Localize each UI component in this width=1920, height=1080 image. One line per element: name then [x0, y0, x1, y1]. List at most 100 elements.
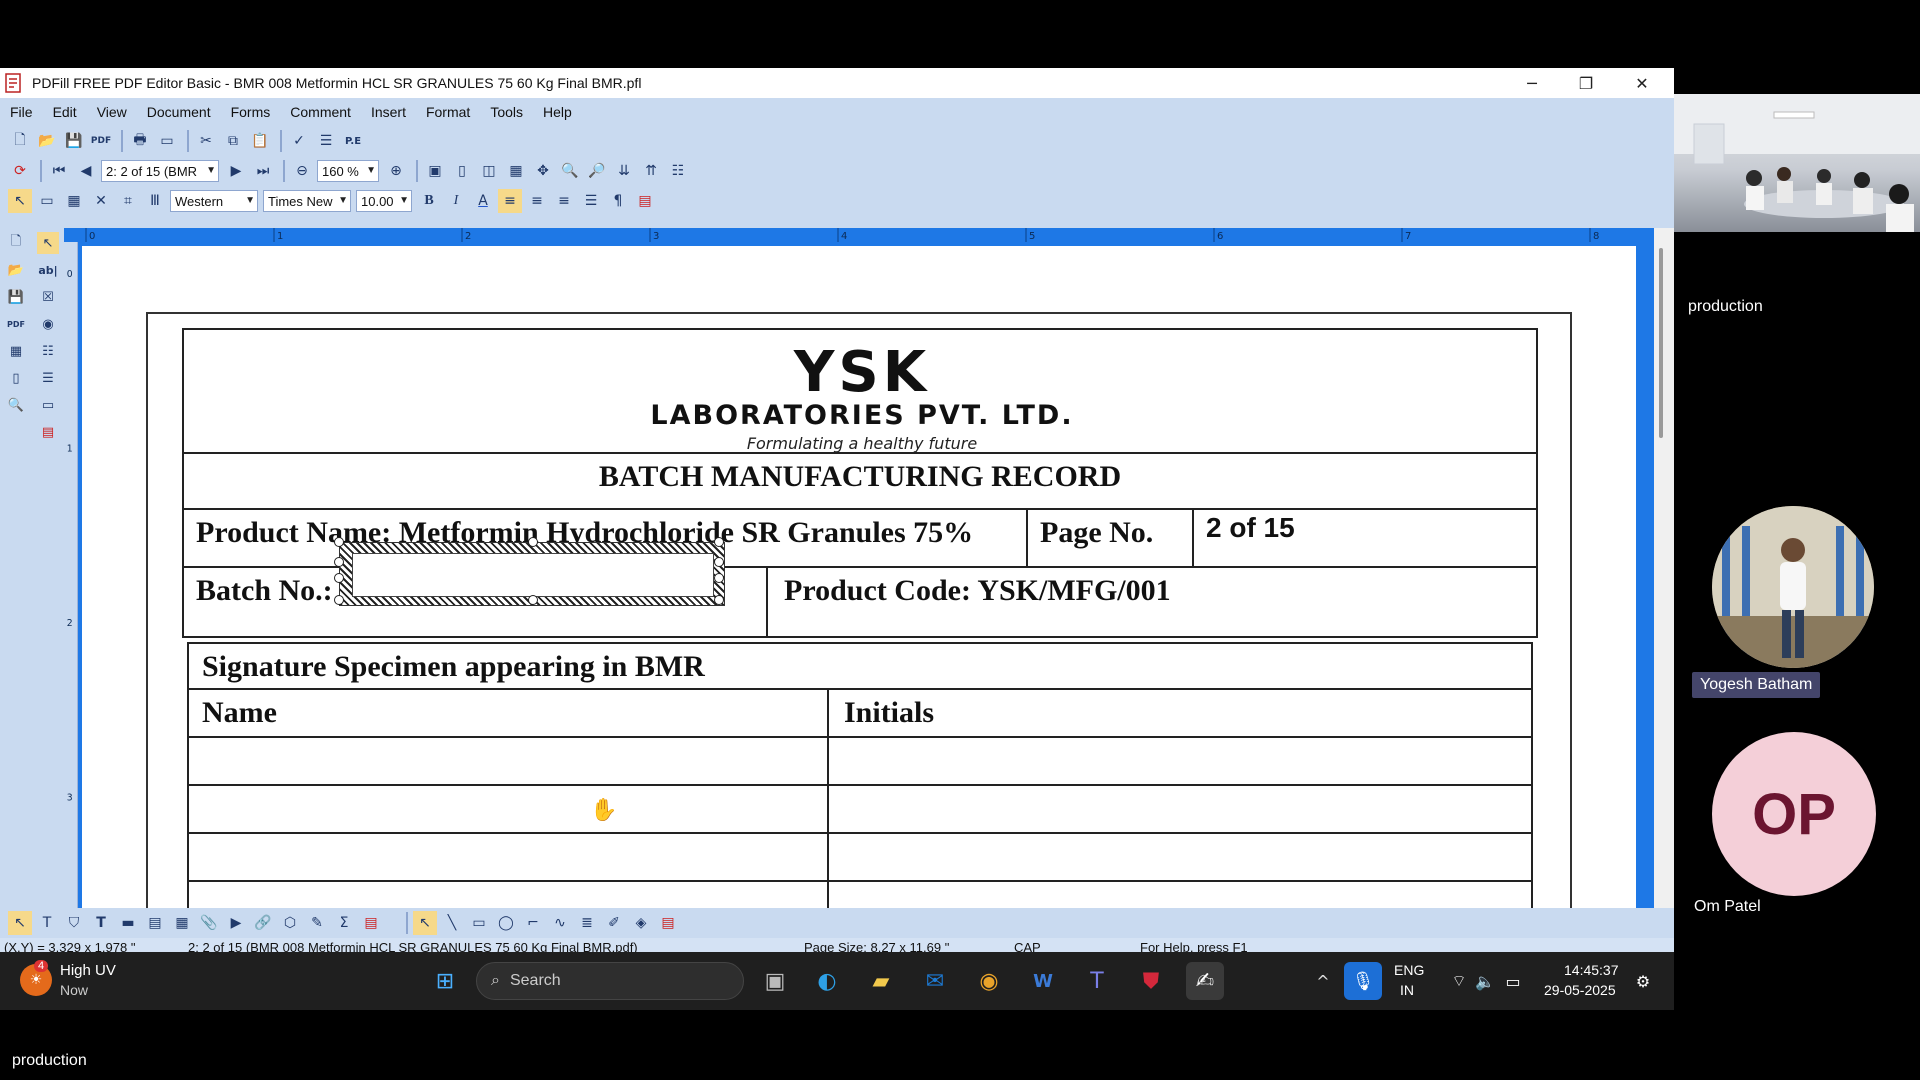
notification-icon[interactable]: ⚙	[1624, 962, 1662, 1000]
input-language[interactable]: ENG	[1394, 962, 1424, 978]
save-icon[interactable]: 💾	[62, 129, 86, 153]
resize-handle[interactable]	[714, 557, 724, 567]
clock-time[interactable]: 14:45:37	[1564, 962, 1619, 978]
chevron-up-icon[interactable]: ^	[1304, 962, 1342, 1000]
minimize-button[interactable]: ─	[1504, 68, 1560, 98]
menu-format[interactable]: Format	[426, 104, 470, 120]
line-tool-icon[interactable]: ╲	[440, 911, 464, 935]
zoom-area-icon[interactable]: 🔎	[585, 159, 609, 183]
previous-page-icon[interactable]: ◀	[74, 159, 98, 183]
outlook-icon[interactable]: ✉	[916, 962, 954, 1000]
microphone-icon[interactable]: 🎙	[1344, 962, 1382, 1000]
print-preview-icon[interactable]: ▭	[155, 129, 179, 153]
chrome-icon[interactable]: ◉	[970, 962, 1008, 1000]
zoom-in-icon[interactable]: ⊕	[384, 159, 408, 183]
freehand-tool-icon[interactable]: ∿	[548, 911, 572, 935]
windows-start-icon[interactable]: ⊞	[426, 962, 464, 1000]
menu-insert[interactable]: Insert	[371, 104, 406, 120]
highlight-tool-icon[interactable]: ▬	[116, 911, 140, 935]
link-tool-icon[interactable]: 🔗	[251, 911, 275, 935]
zoom-out-icon[interactable]: ⊖	[290, 159, 314, 183]
text-field-icon[interactable]: ab|	[37, 259, 59, 281]
save-pdf-icon[interactable]: PDF	[89, 129, 113, 153]
menu-comment[interactable]: Comment	[290, 104, 351, 120]
rectangle-tool-icon[interactable]: ▭	[467, 911, 491, 935]
participant-avatar-om[interactable]: OP	[1712, 732, 1876, 896]
line-style-icon[interactable]: ≣	[575, 911, 599, 935]
pdf-icon[interactable]: PDF	[5, 313, 27, 335]
line-color-icon[interactable]: ✐	[602, 911, 626, 935]
select-tool-icon[interactable]: ↖	[8, 911, 32, 935]
form-tool-icon[interactable]: ▦	[170, 911, 194, 935]
menu-forms[interactable]: Forms	[231, 104, 271, 120]
menu-help[interactable]: Help	[543, 104, 572, 120]
text-tool-icon[interactable]: T	[35, 911, 59, 935]
select-arrow-icon[interactable]: ↖	[8, 189, 32, 213]
single-page-icon[interactable]: ▯	[450, 159, 474, 183]
pdfill-taskbar-icon[interactable]: ✍	[1186, 962, 1224, 1000]
radio-field-icon[interactable]: ◉	[37, 313, 59, 335]
page-select[interactable]: 2: 2 of 15 (BMR ▼	[101, 160, 219, 182]
fields-tool-icon[interactable]: ▤	[359, 911, 383, 935]
form-fields-icon[interactable]: ▤	[633, 189, 657, 213]
button-field-icon[interactable]: ▭	[37, 394, 59, 416]
pdf-page[interactable]: YSK LABORATORIES PVT. LTD. Formulating a…	[82, 246, 1636, 908]
search-doc-icon[interactable]: 🔍	[5, 394, 27, 416]
new-file-icon[interactable]: 🗋	[8, 129, 32, 153]
cut-icon[interactable]: ✂	[194, 129, 218, 153]
font-color-icon[interactable]: A	[471, 189, 495, 213]
ellipse-tool-icon[interactable]: ◯	[494, 911, 518, 935]
resize-handle[interactable]	[528, 537, 538, 547]
restore-button[interactable]: ❐	[1558, 68, 1614, 98]
scroll-up-icon[interactable]: ⇈	[639, 159, 663, 183]
print-icon[interactable]: 🖶	[128, 129, 152, 153]
next-page-icon[interactable]: ▶	[224, 159, 248, 183]
menu-file[interactable]: File	[10, 104, 33, 120]
last-page-icon[interactable]: ⏭	[251, 159, 275, 183]
justify-icon[interactable]: ☰	[579, 189, 603, 213]
fill-color-icon[interactable]: ◈	[629, 911, 653, 935]
menu-edit[interactable]: Edit	[53, 104, 77, 120]
thumbnails-icon[interactable]: ▦	[504, 159, 528, 183]
list-field-icon[interactable]: ☷	[37, 340, 59, 362]
new-doc-icon[interactable]: 🗋	[5, 232, 27, 254]
weather-title[interactable]: High UV	[60, 962, 116, 979]
open-folder-icon[interactable]: 📂	[35, 129, 59, 153]
pan-icon[interactable]: ✥	[531, 159, 555, 183]
save-doc-icon[interactable]: 💾	[5, 286, 27, 308]
edge-icon[interactable]: ◐	[808, 962, 846, 1000]
resize-handle[interactable]	[334, 557, 344, 567]
word-icon[interactable]: W	[1024, 962, 1062, 1000]
resize-handle[interactable]	[334, 573, 344, 583]
two-page-icon[interactable]: ◫	[477, 159, 501, 183]
pencil-tool-icon[interactable]: ✎	[305, 911, 329, 935]
italic-icon[interactable]: I	[444, 189, 468, 213]
battery-icon[interactable]: ▭	[1494, 962, 1532, 1000]
magnify-icon[interactable]: 🔍	[558, 159, 582, 183]
page-icon[interactable]: ▯	[5, 367, 27, 389]
script-select[interactable]: Western ▼	[170, 190, 258, 212]
annotation-list-icon[interactable]: ▤	[656, 911, 680, 935]
delete-icon[interactable]: ✕	[89, 189, 113, 213]
signature-field-icon[interactable]: ▤	[37, 421, 59, 443]
bold-icon[interactable]: B	[417, 189, 441, 213]
resize-handle[interactable]	[334, 595, 344, 605]
task-view-icon[interactable]: ▣	[756, 962, 794, 1000]
zoom-select[interactable]: 160 % ▼	[317, 160, 379, 182]
spell-check-icon[interactable]: ✓	[287, 129, 311, 153]
scrollbar-thumb[interactable]	[1659, 248, 1663, 438]
fit-page-icon[interactable]: ▣	[423, 159, 447, 183]
textbox-tool-icon[interactable]: T	[89, 911, 113, 935]
properties-icon[interactable]: ☰	[314, 129, 338, 153]
font-select[interactable]: Times New ▼	[263, 190, 351, 212]
paste-icon[interactable]: 📋	[248, 129, 272, 153]
security-app-icon[interactable]: ⛊	[1132, 962, 1170, 1000]
teams-icon[interactable]: T	[1078, 962, 1116, 1000]
room-camera-video[interactable]	[1674, 94, 1920, 232]
align-left-icon[interactable]: ≡	[498, 189, 522, 213]
open-doc-icon[interactable]: 📂	[5, 259, 27, 281]
layout-icon[interactable]: ▦	[5, 340, 27, 362]
pdf-export-icon[interactable]: P.E	[341, 129, 365, 153]
align-right-icon[interactable]: ≡	[552, 189, 576, 213]
close-button[interactable]: ✕	[1614, 68, 1670, 98]
